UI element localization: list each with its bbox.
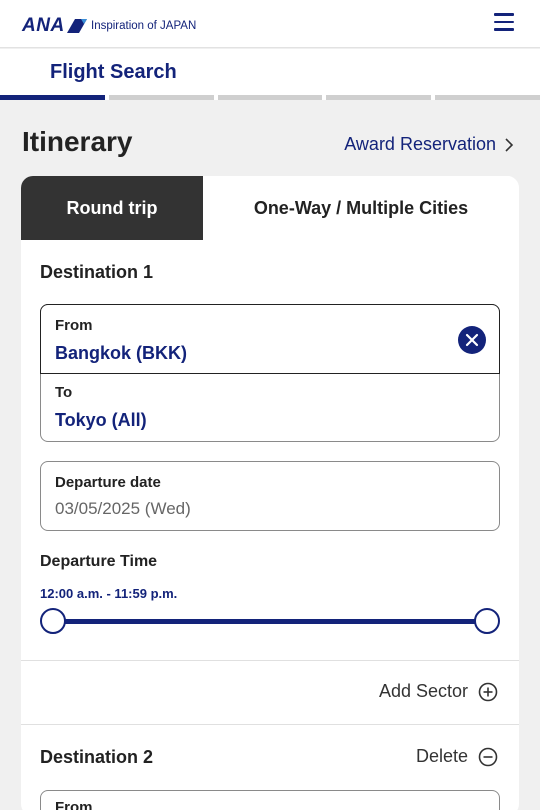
itinerary-card: Round trip One-Way / Multiple Cities Des… [21,176,519,810]
departure-time-range: 12:00 a.m. - 11:59 p.m. [40,586,178,601]
departure-date-value: 03/05/2025 (Wed) [55,499,191,518]
tab-round-trip[interactable]: Round trip [21,176,203,240]
clear-icon[interactable] [458,326,486,354]
slider-track [52,619,488,624]
progress-step-5 [435,95,540,100]
add-sector-button[interactable]: Add Sector [379,681,498,702]
progress-step-1 [0,95,105,100]
progress-step-4 [326,95,432,100]
delete-destination-button[interactable]: Delete [416,746,498,767]
route-field-group: From Bangkok (BKK) To Tokyo (All) [40,304,500,442]
to-label: To [55,384,73,401]
to-field[interactable]: To Tokyo (All) [41,373,499,441]
slider-handle-end[interactable] [474,608,500,634]
from-label: From [55,317,93,334]
destination-2-from-field[interactable]: From [40,790,500,810]
close-icon [465,333,479,347]
departure-date-field[interactable]: Departure date 03/05/2025 (Wed) [40,461,500,531]
progress-step-3 [217,95,323,100]
tab-one-way-multiple-cities[interactable]: One-Way / Multiple Cities [203,176,519,240]
destination-2-from-label: From [55,799,93,810]
step-progress-bar [0,95,540,100]
flight-search-nav: Flight Search [0,49,540,100]
departure-date-label: Departure date [55,474,161,491]
departure-time-slider[interactable] [40,608,500,634]
destination-1-heading: Destination 1 [40,262,154,282]
departure-time-label: Departure Time [40,553,158,570]
logo-mark-icon [66,19,87,33]
ana-logo[interactable]: ANA [22,15,87,37]
progress-step-2 [108,95,214,100]
remove-circle-icon [478,747,498,766]
from-value: Bangkok (BKK) [55,343,188,363]
itinerary-heading: Itinerary [22,126,133,157]
logo-text: ANA [22,15,65,36]
divider [21,724,519,725]
award-reservation-link[interactable]: Award Reservation [344,134,514,155]
add-circle-icon [478,682,498,701]
award-reservation-label: Award Reservation [344,134,496,154]
page-title: Flight Search [50,61,177,83]
chevron-right-icon [505,137,514,152]
divider [21,660,519,661]
hamburger-menu-icon[interactable] [494,13,516,33]
brand-tagline: Inspiration of JAPAN [91,20,197,32]
to-value: Tokyo (All) [55,410,147,430]
slider-handle-start[interactable] [40,608,66,634]
from-field[interactable]: From Bangkok (BKK) [40,304,500,374]
site-header: ANA Inspiration of JAPAN [0,0,540,48]
destination-2-heading: Destination 2 [40,747,154,767]
add-sector-label: Add Sector [378,681,468,701]
delete-label: Delete [415,746,468,766]
